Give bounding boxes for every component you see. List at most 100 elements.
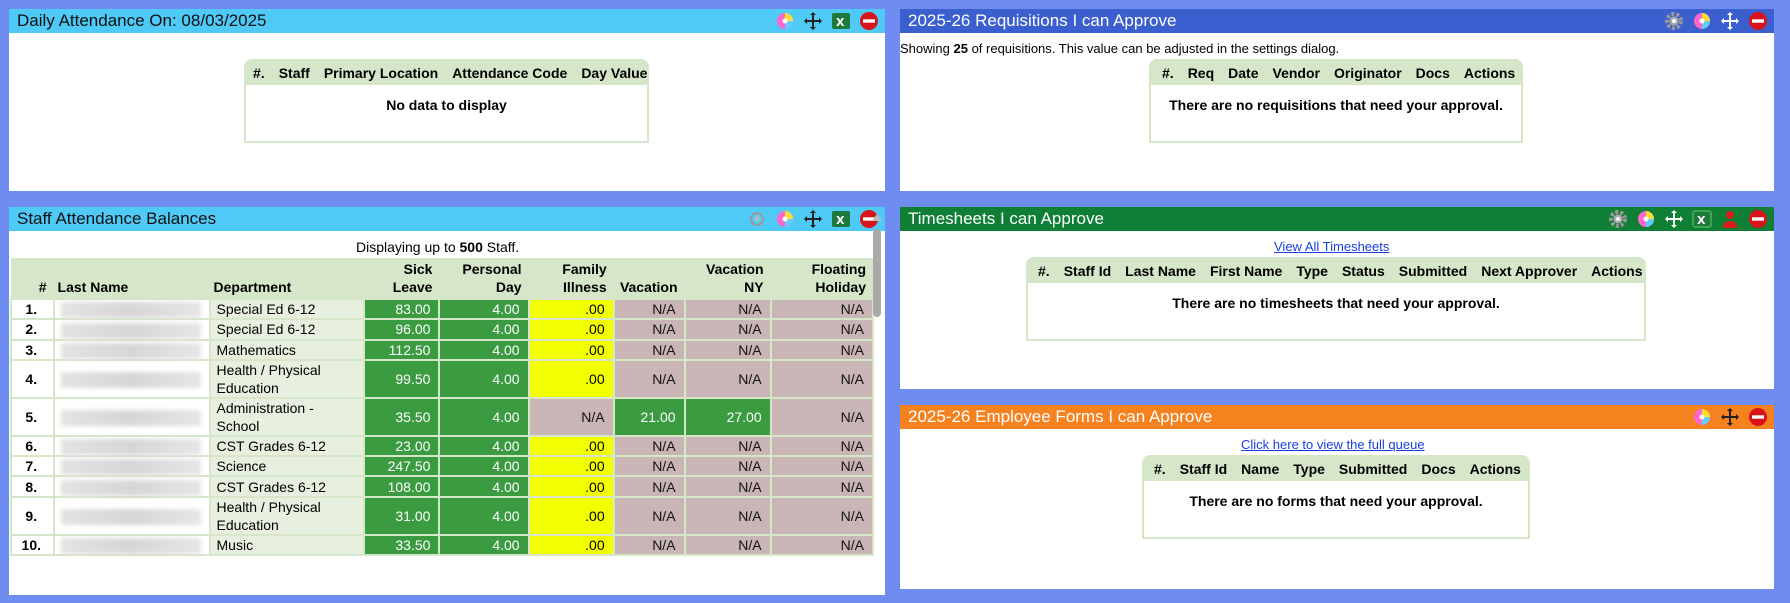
view-all-timesheets-link[interactable]: View All Timesheets — [1274, 239, 1389, 254]
timesheets-header[interactable]: Timesheets I can Approve X — [900, 207, 1774, 231]
col-header-family-illness[interactable]: Family Illness — [528, 258, 614, 299]
col-header-floating-holiday[interactable]: Floating Holiday — [770, 258, 873, 299]
blurred-name — [60, 439, 201, 456]
floating-holiday-cell: N/A — [769, 455, 875, 478]
floating-holiday-cell: N/A — [769, 396, 875, 437]
row-number: 10. — [10, 533, 55, 557]
empty-message: There are no requisitions that need your… — [1169, 97, 1503, 113]
personal-day-cell: 4.00 — [438, 396, 530, 437]
table-row[interactable]: 8. CST Grades 6-12 108.00 4.00.00 N/A N/A N/A — [10, 475, 875, 498]
employee-forms-header[interactable]: 2025-26 Employee Forms I can Approve — [900, 405, 1774, 429]
move-icon[interactable] — [1664, 209, 1684, 229]
balances-table-wrap: # Last Name Department Sick Leave Persona… — [10, 258, 875, 557]
personal-day-cell: 4.00 — [438, 434, 530, 458]
row-number: 4. — [10, 358, 55, 399]
move-icon[interactable] — [803, 209, 823, 229]
table-row[interactable]: 7. Science 247.50 4.00.00 N/A N/A N/A — [10, 455, 875, 478]
remove-icon[interactable] — [1748, 11, 1768, 31]
sick-leave-cell: 96.00 — [363, 318, 441, 341]
sick-leave-cell: 99.50 — [363, 358, 441, 399]
palette-icon[interactable] — [1636, 209, 1656, 229]
col-header-vacation-ny[interactable]: Vacation NY — [684, 258, 771, 299]
palette-icon[interactable] — [1692, 407, 1712, 427]
blurred-name — [60, 322, 201, 339]
vacation-ny-cell: N/A — [683, 434, 772, 458]
col-header: Req — [1187, 65, 1215, 81]
vacation-ny-cell: N/A — [683, 318, 772, 341]
balances-header[interactable]: Staff Attendance Balances X — [9, 207, 885, 231]
gear-icon[interactable] — [1608, 209, 1628, 229]
table-row[interactable]: 10. Music 33.50 4.00.00 N/A N/A N/A — [10, 533, 875, 557]
sick-leave-cell: 247.50 — [363, 455, 441, 478]
timesheets-panel: Timesheets I can Approve X View All Time… — [900, 207, 1774, 389]
table-header: #. Req Date Vendor Originator Docs Actio… — [1151, 61, 1521, 85]
col-header: Actions — [1463, 65, 1516, 81]
col-header-personal-day[interactable]: Personal Day — [439, 258, 529, 299]
note-count: 500 — [459, 239, 483, 255]
table-row[interactable]: 3. Mathematics 112.50 4.00.00 N/A N/A N/A — [10, 338, 875, 361]
col-header: Staff Id — [1063, 263, 1112, 279]
department-cell: CST Grades 6-12 — [208, 475, 366, 498]
col-header: Staff Id — [1179, 461, 1228, 477]
panel-title: Daily Attendance On: 08/03/2025 — [17, 11, 267, 30]
remove-icon[interactable] — [1748, 407, 1768, 427]
person-icon[interactable] — [1720, 209, 1740, 229]
table-row[interactable]: 4. Health / Physical Education 99.50 4.00.0… — [10, 358, 875, 399]
table-row[interactable]: 6. CST Grades 6-12 23.00 4.00.00 N/A N/A N/A — [10, 434, 875, 458]
col-header: #. — [1162, 65, 1174, 81]
floating-holiday-cell: N/A — [769, 358, 875, 399]
table-row[interactable]: 2. Special Ed 6-12 96.00 4.00.00 N/A N/A N/A — [10, 318, 875, 341]
move-icon[interactable] — [1720, 11, 1740, 31]
col-header-num: # — [11, 258, 54, 299]
excel-icon[interactable]: X — [831, 11, 851, 31]
move-icon[interactable] — [1720, 407, 1740, 427]
excel-icon[interactable]: X — [831, 209, 851, 229]
department-cell: Health / Physical Education — [208, 495, 366, 536]
palette-icon[interactable] — [1692, 11, 1712, 31]
col-header-department[interactable]: Department — [209, 258, 365, 299]
remove-icon[interactable] — [1748, 209, 1768, 229]
scrollbar-graphic[interactable] — [871, 207, 883, 497]
vacation-ny-cell: N/A — [683, 297, 772, 321]
vacation-ny-cell: N/A — [683, 533, 772, 557]
table-row[interactable]: 5. Administration - School 35.50 4.00 N/A 21.… — [10, 396, 875, 437]
col-header: Docs — [1421, 461, 1456, 477]
personal-day-cell: 4.00 — [438, 495, 530, 536]
note-count: 25 — [953, 41, 968, 56]
department-cell: Music — [208, 533, 366, 557]
family-illness-cell: .00 — [527, 434, 615, 458]
vacation-cell: N/A — [612, 533, 686, 557]
remove-icon[interactable] — [859, 11, 879, 31]
view-full-queue-link[interactable]: Click here to view the full queue — [1241, 437, 1425, 452]
blurred-name — [60, 342, 201, 359]
department-cell: Administration - School — [208, 396, 366, 437]
table-header-row: # Last Name Department Sick Leave Persona… — [11, 258, 873, 299]
col-header-last-name[interactable]: Last Name — [53, 258, 210, 299]
gear-icon[interactable] — [1664, 11, 1684, 31]
vacation-cell: N/A — [612, 495, 686, 536]
palette-icon[interactable] — [775, 11, 795, 31]
excel-icon[interactable]: X — [1692, 209, 1712, 229]
col-header: Vendor — [1272, 65, 1320, 81]
table-row[interactable]: 9. Health / Physical Education 31.00 4.00.0… — [10, 495, 875, 536]
panel-title: Staff Attendance Balances — [17, 209, 217, 228]
move-icon[interactable] — [803, 11, 823, 31]
daily-attendance-header[interactable]: Daily Attendance On: 08/03/2025 X — [9, 9, 885, 33]
blurred-name — [60, 372, 201, 389]
sick-leave-cell: 83.00 — [363, 297, 441, 321]
sick-leave-cell: 35.50 — [363, 396, 441, 437]
requisitions-header[interactable]: 2025-26 Requisitions I can Approve — [900, 9, 1774, 33]
palette-icon[interactable] — [775, 209, 795, 229]
settings-circle-icon[interactable] — [747, 209, 767, 229]
vacation-ny-cell: 27.00 — [683, 396, 772, 437]
col-header-vacation[interactable]: Vacation — [613, 258, 685, 299]
vertical-scrollbar[interactable] — [871, 207, 883, 497]
panel-toolbar — [1664, 11, 1768, 31]
personal-day-cell: 4.00 — [438, 455, 530, 478]
row-number: 7. — [10, 455, 55, 478]
table-row[interactable]: 1. Special Ed 6-12 83.00 4.00.00 N/A N/A N/A — [10, 297, 875, 321]
vacation-cell: N/A — [612, 358, 686, 399]
col-header: Name — [1241, 461, 1280, 477]
col-header-sick-leave[interactable]: Sick Leave — [364, 258, 440, 299]
col-header: Submitted — [1398, 263, 1468, 279]
